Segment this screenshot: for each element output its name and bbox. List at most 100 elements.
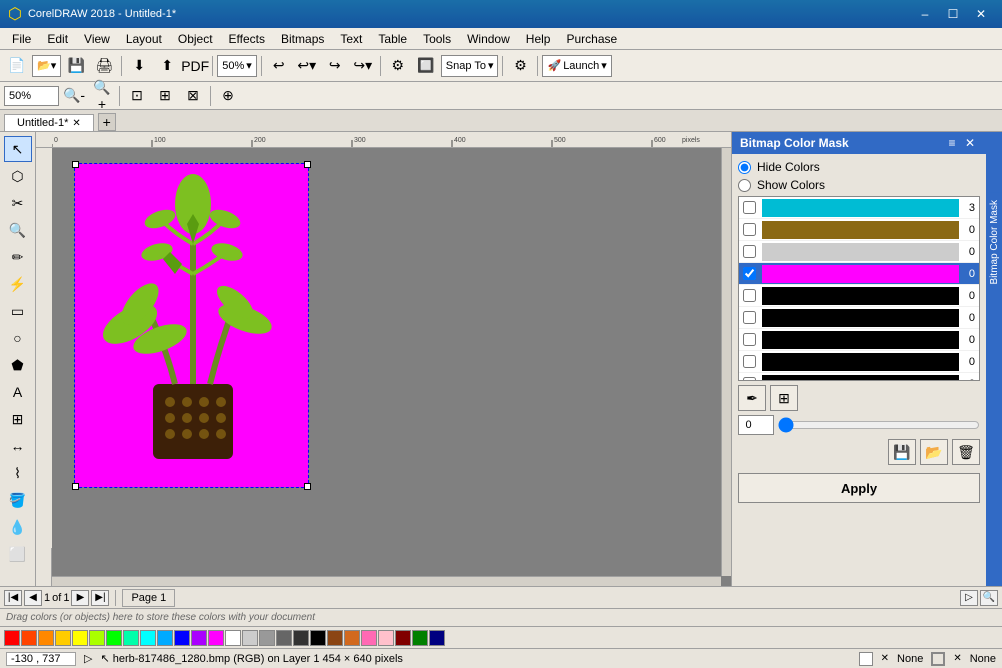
- polygon-tool[interactable]: ⬟: [4, 352, 32, 378]
- color-checkbox-4[interactable]: [743, 289, 756, 302]
- menu-bitmaps[interactable]: Bitmaps: [273, 30, 332, 48]
- outline-tool[interactable]: ⬜: [4, 541, 32, 567]
- palette-color-20[interactable]: [344, 630, 360, 646]
- menu-effects[interactable]: Effects: [221, 30, 273, 48]
- new-tab-button[interactable]: +: [98, 113, 116, 131]
- panel-close-button[interactable]: ✕: [962, 135, 978, 151]
- zoom-input[interactable]: [4, 86, 59, 106]
- horizontal-scrollbar[interactable]: [52, 576, 721, 586]
- color-checkbox-2[interactable]: [743, 245, 756, 258]
- minimize-button[interactable]: –: [912, 4, 938, 24]
- expand-icon[interactable]: ▷: [84, 652, 92, 665]
- menu-help[interactable]: Help: [518, 30, 559, 48]
- export-button[interactable]: ⬆: [154, 54, 180, 78]
- color-row-0[interactable]: 3: [739, 197, 979, 219]
- settings-button[interactable]: ⚙: [507, 54, 533, 78]
- shape-tool[interactable]: ⬡: [4, 163, 32, 189]
- show-colors-radio[interactable]: [738, 179, 751, 192]
- color-checkbox-6[interactable]: [743, 333, 756, 346]
- palette-color-18[interactable]: [310, 630, 326, 646]
- vertical-tab-label[interactable]: Bitmap Color Mask: [987, 192, 1002, 292]
- tolerance-slider[interactable]: [778, 415, 980, 435]
- next-page-button[interactable]: ▶: [71, 590, 89, 606]
- launch-dropdown[interactable]: 🚀 Launch▾: [542, 55, 611, 77]
- palette-color-6[interactable]: [106, 630, 122, 646]
- tolerance-input[interactable]: 0: [738, 415, 774, 435]
- menu-window[interactable]: Window: [459, 30, 518, 48]
- undo-list-button[interactable]: ↩▾: [294, 54, 320, 78]
- palette-color-16[interactable]: [276, 630, 292, 646]
- palette-color-9[interactable]: [157, 630, 173, 646]
- palette-color-7[interactable]: [123, 630, 139, 646]
- zoom-out-nav-button[interactable]: 🔍: [980, 590, 998, 606]
- zoom-fit-button[interactable]: ⊡: [124, 84, 150, 108]
- palette-color-19[interactable]: [327, 630, 343, 646]
- close-button[interactable]: ✕: [968, 4, 994, 24]
- rect-tool[interactable]: ▭: [4, 298, 32, 324]
- zoom-in-button[interactable]: 🔍+: [89, 84, 115, 108]
- panel-menu-button[interactable]: ≡: [944, 135, 960, 151]
- navigate-button[interactable]: ▷: [960, 590, 978, 606]
- color-row-2[interactable]: 0: [739, 241, 979, 263]
- palette-color-2[interactable]: [38, 630, 54, 646]
- palette-color-4[interactable]: [72, 630, 88, 646]
- vertical-scrollbar[interactable]: [721, 148, 731, 576]
- menu-table[interactable]: Table: [370, 30, 415, 48]
- connector-tool[interactable]: ⌇: [4, 460, 32, 486]
- color-row-8[interactable]: 0: [739, 373, 979, 381]
- redo-button[interactable]: ↪: [322, 54, 348, 78]
- color-checkbox-7[interactable]: [743, 355, 756, 368]
- palette-color-22[interactable]: [378, 630, 394, 646]
- palette-color-3[interactable]: [55, 630, 71, 646]
- palette-color-1[interactable]: [21, 630, 37, 646]
- apply-button[interactable]: Apply: [738, 473, 980, 503]
- zoom-select-button[interactable]: ⊠: [180, 84, 206, 108]
- text-tool[interactable]: A: [4, 379, 32, 405]
- color-checkbox-1[interactable]: [743, 223, 756, 236]
- palette-color-0[interactable]: [4, 630, 20, 646]
- prev-page-button[interactable]: ◀: [24, 590, 42, 606]
- open-dropdown[interactable]: 📂▾: [32, 55, 61, 77]
- menu-tools[interactable]: Tools: [415, 30, 459, 48]
- palette-color-15[interactable]: [259, 630, 275, 646]
- menu-layout[interactable]: Layout: [118, 30, 170, 48]
- menu-text[interactable]: Text: [332, 30, 370, 48]
- maximize-button[interactable]: ☐: [940, 4, 966, 24]
- last-page-button[interactable]: ▶|: [91, 590, 109, 606]
- menu-view[interactable]: View: [76, 30, 118, 48]
- undo-button[interactable]: ↩: [266, 54, 292, 78]
- palette-color-10[interactable]: [174, 630, 190, 646]
- tab-close-icon[interactable]: ✕: [72, 118, 80, 129]
- palette-color-14[interactable]: [242, 630, 258, 646]
- options-button[interactable]: ⚙: [385, 54, 411, 78]
- eyedropper-tool[interactable]: 💧: [4, 514, 32, 540]
- hide-colors-radio[interactable]: [738, 161, 751, 174]
- palette-color-13[interactable]: [225, 630, 241, 646]
- zoom-tool[interactable]: 🔍: [4, 217, 32, 243]
- zoom-dropdown[interactable]: 50%▾: [217, 55, 257, 77]
- color-row-4[interactable]: 0: [739, 285, 979, 307]
- color-checkbox-5[interactable]: [743, 311, 756, 324]
- color-checkbox-0[interactable]: [743, 201, 756, 214]
- palette-color-21[interactable]: [361, 630, 377, 646]
- delete-mask-button[interactable]: 🗑: [952, 439, 980, 465]
- color-row-7[interactable]: 0: [739, 351, 979, 373]
- load-mask-button[interactable]: 📂: [920, 439, 948, 465]
- fill-tool[interactable]: 🪣: [4, 487, 32, 513]
- table-tool[interactable]: ⊞: [4, 406, 32, 432]
- new-button[interactable]: 📄: [4, 54, 30, 78]
- ellipse-tool[interactable]: ○: [4, 325, 32, 351]
- crop-tool[interactable]: ✂: [4, 190, 32, 216]
- redo-list-button[interactable]: ↪▾: [350, 54, 376, 78]
- snap-dropdown[interactable]: Snap To▾: [441, 55, 499, 77]
- zoom-plus-button[interactable]: ⊕: [215, 84, 241, 108]
- add-color-button[interactable]: ⊞: [770, 385, 798, 411]
- palette-color-8[interactable]: [140, 630, 156, 646]
- snap-button[interactable]: 🔲: [413, 54, 439, 78]
- palette-color-23[interactable]: [395, 630, 411, 646]
- dimension-tool[interactable]: ↔: [4, 433, 32, 459]
- zoom-page-button[interactable]: ⊞: [152, 84, 178, 108]
- freehand-tool[interactable]: ✏: [4, 244, 32, 270]
- color-row-1[interactable]: 0: [739, 219, 979, 241]
- color-row-3[interactable]: 0: [739, 263, 979, 285]
